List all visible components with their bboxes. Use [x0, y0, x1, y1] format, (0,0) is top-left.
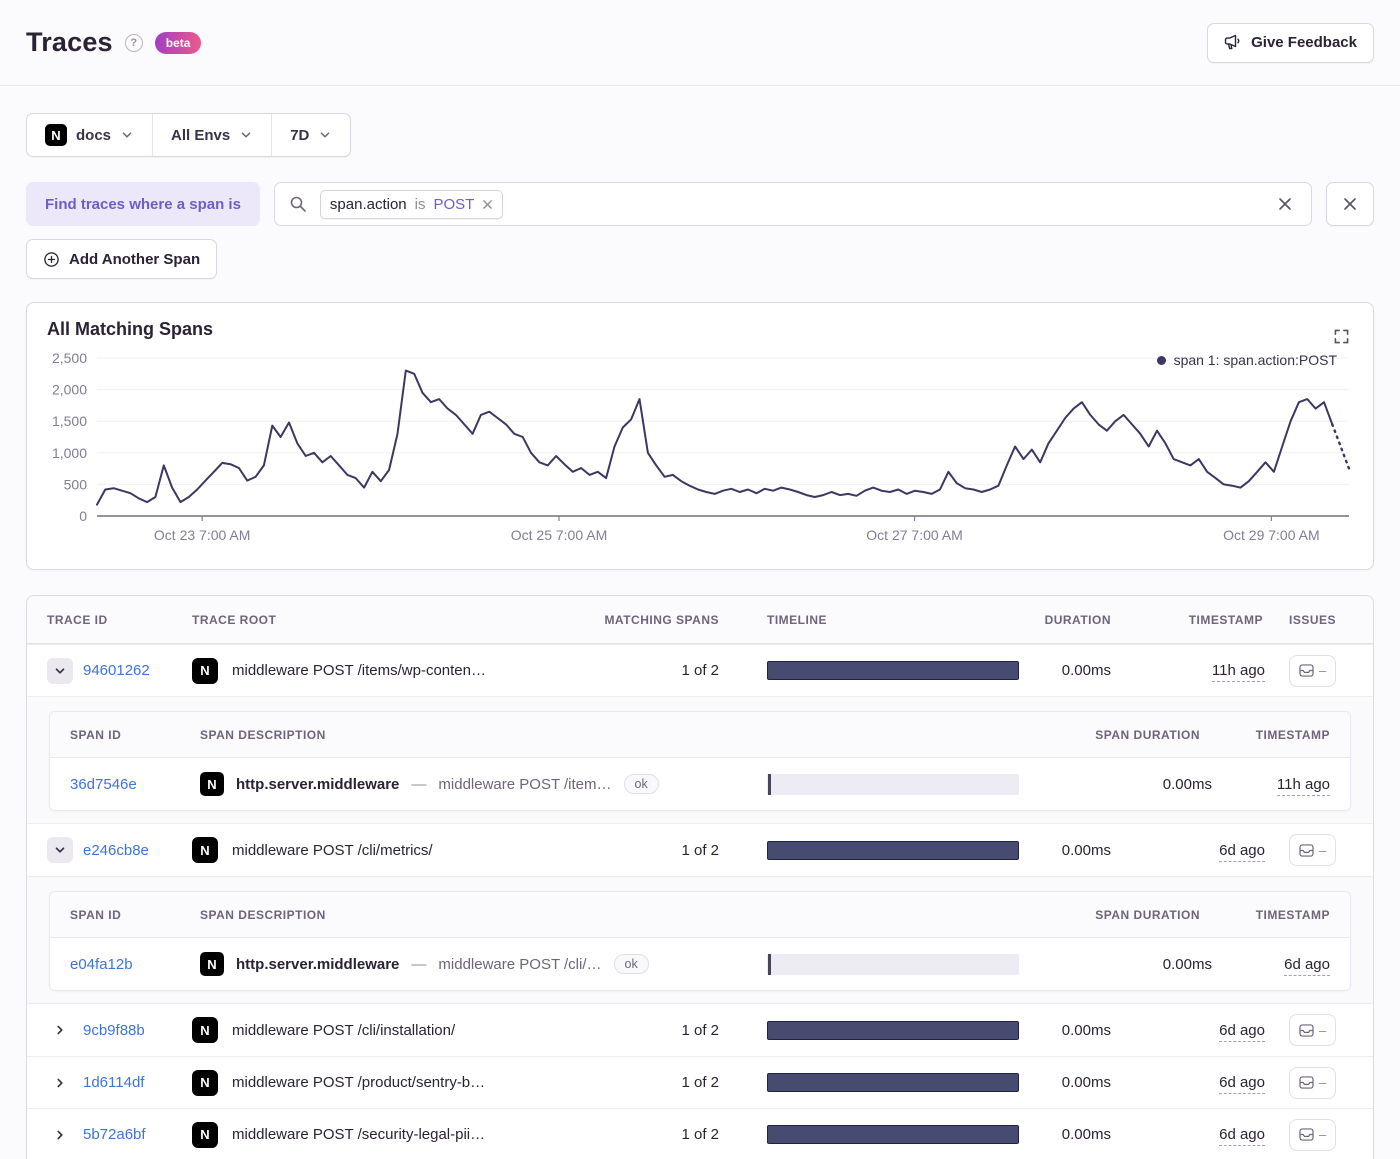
- issues-button[interactable]: –: [1289, 1014, 1336, 1046]
- issues-tray-icon: [1299, 1023, 1314, 1037]
- expand-row-button[interactable]: [47, 1122, 73, 1148]
- span-status-badge: ok: [613, 953, 649, 975]
- table-header-row: TRACE ID TRACE ROOT MATCHING SPANS TIMEL…: [27, 596, 1373, 644]
- expanded-span-section: SPAN ID SPAN DESCRIPTION SPAN DURATION T…: [27, 876, 1373, 1004]
- issues-tray-icon: [1299, 1076, 1314, 1089]
- issues-tray-icon: [1299, 664, 1314, 677]
- issues-button[interactable]: –: [1289, 1118, 1336, 1151]
- page-title: Traces: [26, 27, 113, 57]
- remove-span-condition-button[interactable]: [1326, 182, 1374, 226]
- span-status-badge: ok: [623, 773, 659, 795]
- trace-id-link[interactable]: 5b72a6bf: [83, 1126, 146, 1143]
- chart-title: All Matching Spans: [47, 319, 214, 339]
- span-id-link[interactable]: 36d7546e: [70, 776, 137, 793]
- svg-text:1,000: 1,000: [52, 445, 87, 461]
- find-traces-label: Find traces where a span is: [26, 182, 260, 226]
- timeline-bar[interactable]: [767, 661, 1019, 680]
- table-row[interactable]: e246cb8e N middleware POST /cli/metrics/…: [27, 824, 1373, 876]
- timeline-bar[interactable]: [767, 1073, 1019, 1092]
- legend-dot-icon: [1156, 355, 1166, 365]
- issues-tray-icon: [1299, 843, 1314, 857]
- table-row[interactable]: 9cb9f88b N middleware POST /cli/installa…: [27, 1004, 1373, 1056]
- table-row[interactable]: 5b72a6bf N middleware POST /security-leg…: [27, 1108, 1373, 1159]
- trace-id-link[interactable]: e246cb8e: [83, 842, 149, 859]
- nextjs-icon: N: [192, 1069, 218, 1096]
- nextjs-icon: N: [192, 657, 218, 684]
- span-search-row: Find traces where a span is span.action …: [26, 182, 1374, 226]
- span-row[interactable]: 36d7546e N http.server.middleware — midd…: [50, 758, 1350, 810]
- help-icon[interactable]: ?: [124, 33, 143, 52]
- beta-badge: beta: [154, 31, 202, 54]
- collapse-row-button[interactable]: [47, 837, 73, 863]
- span-row[interactable]: e04fa12b N http.server.middleware — midd…: [50, 938, 1350, 990]
- nextjs-icon: N: [192, 837, 218, 863]
- svg-text:1,500: 1,500: [52, 413, 87, 429]
- megaphone-icon: [1224, 34, 1242, 51]
- nextjs-icon: N: [200, 772, 224, 796]
- project-filter[interactable]: N docs: [27, 114, 152, 156]
- svg-text:0: 0: [79, 508, 87, 524]
- svg-text:Oct 23 7:00 AM: Oct 23 7:00 AM: [154, 527, 251, 543]
- trace-id-link[interactable]: 94601262: [83, 662, 150, 679]
- svg-text:2,500: 2,500: [52, 350, 87, 366]
- page-filter-bar: N docs All Envs 7D: [26, 113, 352, 157]
- span-timeline-bar[interactable]: [767, 773, 1019, 795]
- fullscreen-icon[interactable]: [1334, 329, 1349, 344]
- chart-legend: span 1: span.action:POST: [1156, 352, 1337, 368]
- search-icon: [289, 195, 307, 213]
- spans-line-chart[interactable]: 0 500 1,000 1,500 2,000 2,500 Oct 23 7:00 AM Oc…: [47, 346, 1355, 546]
- span-table-header: SPAN ID SPAN DESCRIPTION SPAN DURATION T…: [50, 892, 1350, 938]
- svg-text:Oct 25 7:00 AM: Oct 25 7:00 AM: [511, 527, 608, 543]
- span-search-input[interactable]: span.action is POST: [273, 182, 1312, 226]
- trace-id-link[interactable]: 1d6114df: [83, 1074, 144, 1091]
- chevron-down-icon: [318, 128, 332, 142]
- span-id-link[interactable]: e04fa12b: [70, 956, 133, 973]
- span-timeline-bar[interactable]: [767, 953, 1019, 975]
- clear-search-icon[interactable]: [1273, 192, 1297, 216]
- svg-text:Oct 27 7:00 AM: Oct 27 7:00 AM: [866, 527, 963, 543]
- trace-id-link[interactable]: 9cb9f88b: [83, 1022, 145, 1039]
- chevron-down-icon: [120, 128, 134, 142]
- traces-page: Traces ? beta Give Feedback N docs All E…: [0, 0, 1400, 1159]
- traces-table: TRACE ID TRACE ROOT MATCHING SPANS TIMEL…: [26, 595, 1374, 1159]
- nextjs-project-icon: N: [45, 124, 67, 146]
- issues-button[interactable]: –: [1289, 834, 1336, 866]
- svg-text:Oct 29 7:00 AM: Oct 29 7:00 AM: [1223, 527, 1320, 543]
- span-table-header: SPAN ID SPAN DESCRIPTION SPAN DURATION T…: [50, 712, 1350, 758]
- nextjs-icon: N: [192, 1017, 218, 1043]
- remove-token-icon[interactable]: [482, 199, 493, 210]
- table-row[interactable]: 94601262 N middleware POST /items/wp-con…: [27, 644, 1373, 696]
- filter-token[interactable]: span.action is POST: [319, 189, 504, 219]
- timeline-bar[interactable]: [767, 840, 1019, 860]
- give-feedback-button[interactable]: Give Feedback: [1207, 22, 1374, 63]
- page-header: Traces ? beta Give Feedback: [0, 0, 1400, 86]
- date-range-filter[interactable]: 7D: [271, 114, 350, 156]
- expand-row-button[interactable]: [47, 1017, 73, 1043]
- expand-row-button[interactable]: [47, 1070, 73, 1096]
- plus-circle-icon: [43, 251, 60, 268]
- nextjs-icon: N: [192, 1121, 218, 1148]
- nextjs-icon: N: [200, 952, 224, 976]
- issues-button[interactable]: –: [1289, 1066, 1336, 1099]
- issues-tray-icon: [1299, 1128, 1314, 1141]
- svg-text:2,000: 2,000: [52, 382, 87, 398]
- collapse-row-button[interactable]: [47, 657, 73, 684]
- environment-filter[interactable]: All Envs: [152, 114, 271, 156]
- all-matching-spans-chart-card: All Matching Spans span 1: span.action:P…: [26, 302, 1374, 570]
- expanded-span-section: SPAN ID SPAN DESCRIPTION SPAN DURATION T…: [27, 696, 1373, 824]
- timeline-bar[interactable]: [767, 1020, 1019, 1040]
- table-row[interactable]: 1d6114df N middleware POST /product/sent…: [27, 1056, 1373, 1108]
- chevron-down-icon: [239, 128, 253, 142]
- issues-button[interactable]: –: [1289, 654, 1336, 687]
- timeline-bar[interactable]: [767, 1125, 1019, 1144]
- svg-text:500: 500: [64, 476, 88, 492]
- add-another-span-button[interactable]: Add Another Span: [26, 239, 218, 279]
